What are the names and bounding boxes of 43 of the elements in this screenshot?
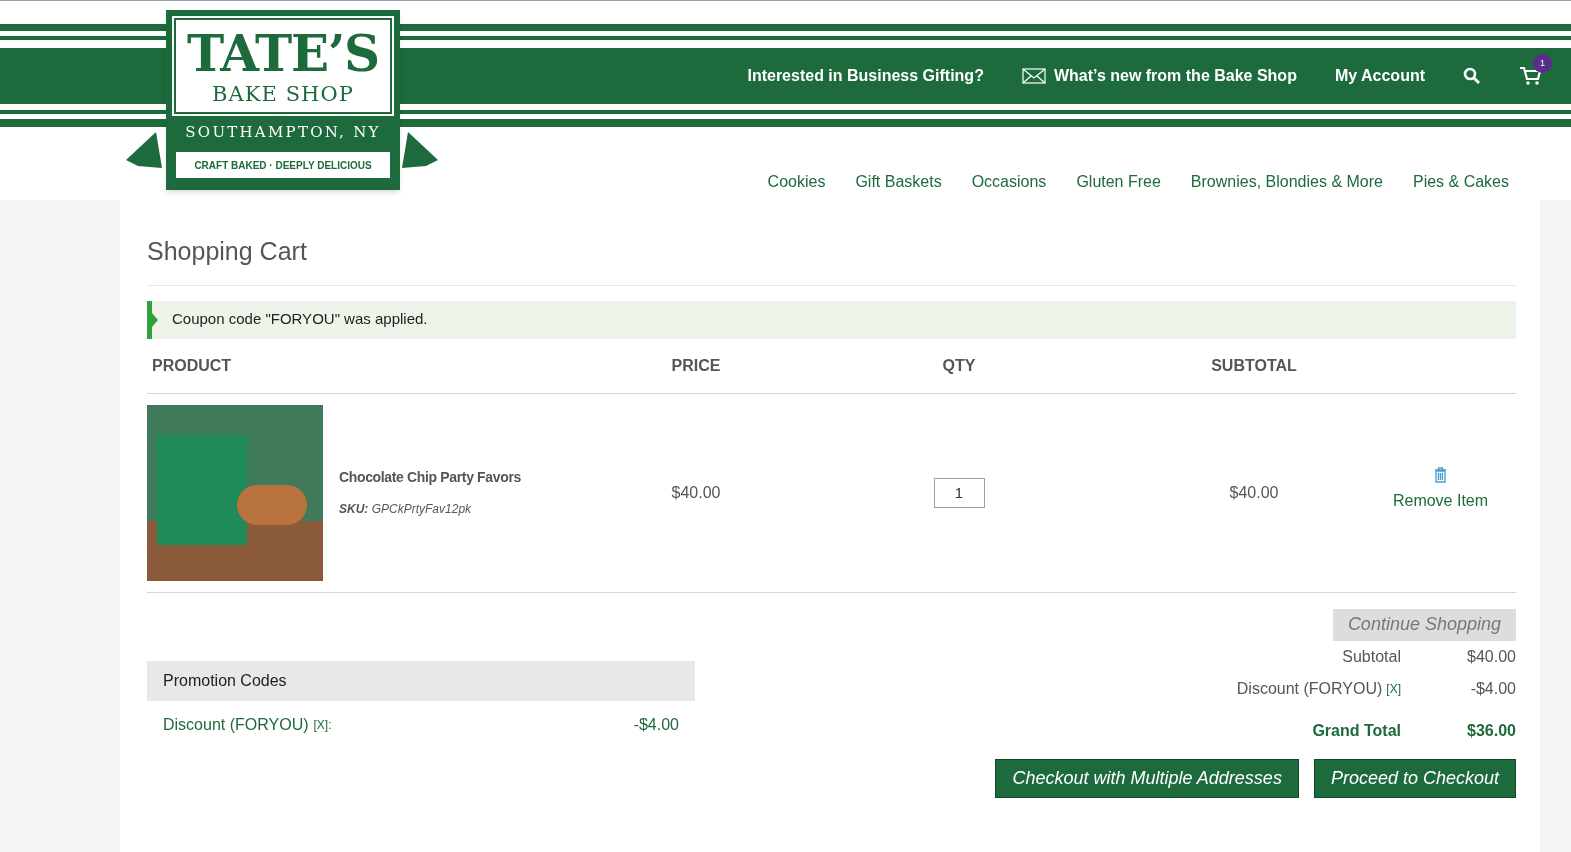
envelope-icon [1021, 68, 1046, 84]
logo-subtitle: BAKE SHOP [212, 82, 354, 106]
grand-total-value: $36.00 [1467, 721, 1516, 739]
remove-item-link[interactable]: Remove Item [1392, 488, 1489, 513]
logo-tagline: CRAFT BAKED · DEEPLY DELICIOUS [194, 158, 372, 173]
cart-count-badge: 1 [1533, 54, 1552, 73]
grand-total-label: Grand Total [1312, 720, 1401, 741]
nav-link[interactable]: Brownies, Blondies & More [1190, 170, 1383, 194]
trash-icon[interactable] [1434, 466, 1447, 483]
checkout-button[interactable]: Proceed to Checkout [1313, 758, 1516, 798]
column-header: PRICE [671, 356, 721, 374]
logo-wordmark: TATE’S [187, 26, 379, 82]
product-sku: SKU: GPCkPrtyFav12pk [339, 501, 473, 518]
promotion-codes-header: Promotion Codes [147, 660, 695, 701]
nav-link[interactable]: Gift Baskets [855, 170, 942, 194]
column-header: QTY [942, 356, 976, 374]
page-title: Shopping Cart [147, 200, 1516, 286]
checkout-button[interactable]: Checkout with Multiple Addresses [995, 758, 1299, 798]
success-message: Coupon code "FORYOU" was applied. [147, 300, 1516, 339]
nav-link[interactable]: Pies & Cakes [1412, 170, 1509, 194]
quantity-field[interactable]: 1 [933, 477, 985, 508]
product-name[interactable]: Chocolate Chip Party Favors [339, 467, 521, 488]
price: $40.00 [671, 483, 721, 501]
search-icon[interactable] [1463, 67, 1481, 85]
logo-location: SOUTHAMPTON, NY [184, 122, 382, 143]
top-link[interactable]: My Account [1334, 64, 1425, 88]
total-label: Subtotal [1342, 646, 1401, 667]
discount-amount: -$4.00 [633, 714, 679, 735]
top-link[interactable]: What’s new from the Bake Shop [1021, 64, 1297, 88]
nav-link[interactable]: Gluten Free [1076, 170, 1161, 194]
cart-icon[interactable] [1519, 66, 1543, 86]
subtotal: $40.00 [1229, 483, 1279, 501]
column-header: SUBTOTAL [1211, 356, 1297, 374]
remove-discount-link[interactable]: [X]: [313, 715, 332, 734]
nav-link[interactable]: Cookies [767, 170, 826, 194]
remove-discount-link[interactable]: [X] [1386, 679, 1401, 698]
total-label: Discount (FORYOU) [1236, 678, 1383, 699]
column-header: PRODUCT [152, 356, 232, 374]
nav-link[interactable]: Occasions [971, 170, 1047, 194]
discount-label: Discount (FORYOU) [163, 714, 309, 735]
total-value: $40.00 [1467, 647, 1516, 665]
top-link[interactable]: Interested in Business Gifting? [747, 64, 984, 88]
total-value: -$4.00 [1470, 679, 1516, 697]
